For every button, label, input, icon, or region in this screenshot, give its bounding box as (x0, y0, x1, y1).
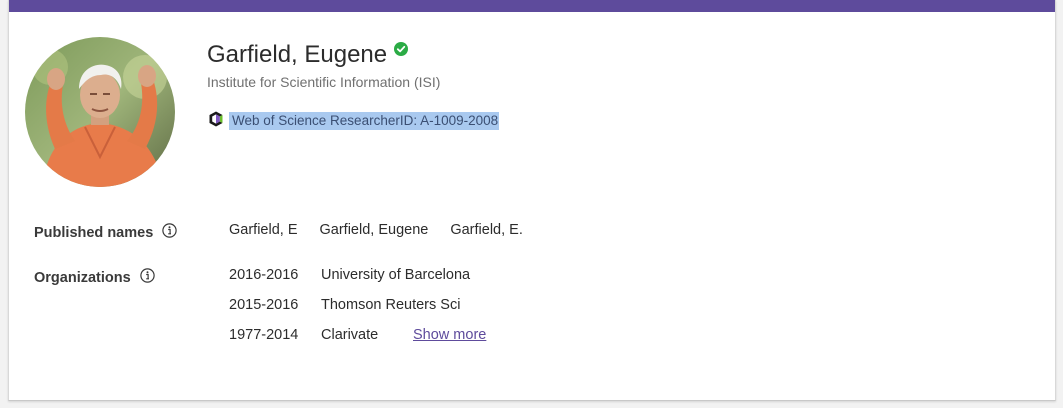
verified-check-icon (394, 41, 409, 61)
researcher-id-row: Web of Science ResearcherID: A-1009-2008 (207, 110, 500, 133)
organization-years: 1977-2014 (229, 327, 299, 343)
published-names-label-row: Published names (34, 223, 177, 242)
organization-name: Thomson Reuters Sci (321, 297, 461, 313)
avatar (25, 37, 175, 187)
organizations-label: Organizations (34, 269, 131, 286)
organization-row: 2016-2016 University of Barcelona (229, 267, 471, 283)
info-icon[interactable] (162, 223, 177, 242)
published-name: Garfield, E. (450, 222, 523, 238)
organization-years: 2015-2016 (229, 297, 299, 313)
show-more-link[interactable]: Show more (413, 327, 486, 343)
organization-row: 1977-2014 Clarivate Show more (229, 327, 486, 343)
info-icon[interactable] (139, 268, 155, 287)
organizations-label-row: Organizations (34, 268, 155, 287)
published-names-label: Published names (34, 224, 154, 241)
organization-name: Clarivate (321, 327, 379, 343)
researcher-profile-card: Garfield, Eugene Institute for Scientifi… (8, 0, 1056, 401)
clarivate-logo-icon (207, 110, 225, 133)
organization-years: 2016-2016 (229, 267, 299, 283)
card-accent-bar (9, 0, 1055, 12)
organization-name: University of Barcelona (321, 267, 471, 283)
organization-row: 2015-2016 Thomson Reuters Sci (229, 297, 461, 313)
published-name: Garfield, Eugene (319, 222, 429, 238)
published-name: Garfield, E (229, 222, 298, 238)
profile-header: Garfield, Eugene (207, 40, 409, 70)
researcher-id-text[interactable]: Web of Science ResearcherID: A-1009-2008 (229, 112, 500, 130)
researcher-institution: Institute for Scientific Information (IS… (207, 74, 441, 90)
published-names-list: Garfield, E Garfield, Eugene Garfield, E… (229, 222, 523, 238)
researcher-name: Garfield, Eugene (207, 41, 388, 68)
